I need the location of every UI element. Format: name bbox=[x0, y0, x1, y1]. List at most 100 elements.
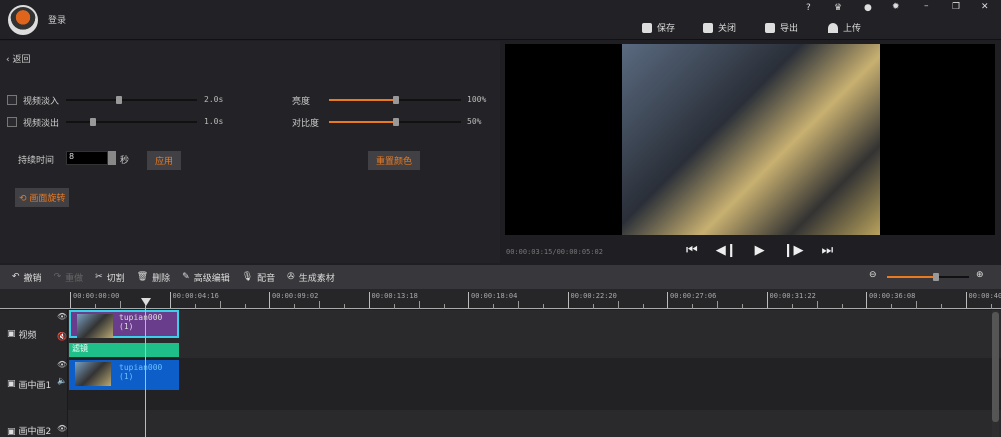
speaker-icon[interactable]: 🔈 bbox=[57, 376, 67, 385]
skip-start-icon[interactable]: ⏮ bbox=[686, 243, 698, 258]
advanced-label: 高级编辑 bbox=[193, 273, 230, 284]
fade-in-checkbox[interactable] bbox=[7, 95, 17, 105]
filter-clip[interactable]: 滤镜 bbox=[69, 343, 179, 357]
gear-icon[interactable]: ✹ bbox=[892, 2, 900, 12]
crown-icon[interactable]: ♛ bbox=[834, 3, 842, 13]
apply-button[interactable]: 应用 bbox=[147, 151, 182, 170]
pencil-icon: ✎ bbox=[182, 272, 190, 282]
redo-button[interactable]: ↷ 重做 bbox=[54, 271, 84, 284]
track-name: 视频 bbox=[18, 330, 37, 341]
ruler-minor-tick bbox=[941, 304, 942, 309]
cut-button[interactable]: ✂ 切割 bbox=[95, 271, 125, 284]
playhead-handle[interactable] bbox=[141, 298, 151, 306]
skip-end-icon[interactable]: ⏭ bbox=[821, 243, 833, 258]
duration-input[interactable]: 8 bbox=[66, 151, 108, 165]
clip-name: tupian000 (1) bbox=[119, 363, 163, 381]
undo-button[interactable]: ↶ 撤销 bbox=[12, 271, 42, 284]
track-name: 画中画1 bbox=[18, 380, 52, 391]
timeline-zoom-slider[interactable] bbox=[887, 273, 969, 281]
fade-out-checkbox[interactable] bbox=[7, 117, 17, 127]
rotate-button[interactable]: ⟲ 画面旋转 bbox=[15, 188, 70, 207]
ruler-minor-tick bbox=[990, 304, 992, 309]
fade-in-label: 视频淡入 bbox=[23, 97, 60, 107]
dub-button[interactable]: 🎙 配音 bbox=[242, 271, 275, 284]
contrast-slider[interactable] bbox=[329, 118, 461, 126]
playhead-line[interactable] bbox=[145, 306, 146, 437]
play-icon[interactable]: ▶ bbox=[755, 243, 765, 258]
title-bar: 登录 ? ♛ ● ✹ – ❐ ✕ 保存 关闭 导出 上传 bbox=[0, 0, 1001, 40]
duration-stepper[interactable] bbox=[108, 151, 116, 165]
track-name: 画中画2 bbox=[18, 427, 52, 437]
ruler-minor-tick bbox=[742, 304, 743, 309]
upload-button[interactable]: 上传 bbox=[828, 21, 861, 34]
video-track: ▣ 视频 👁 🔇 tupian000 (1) 滤镜 bbox=[0, 310, 1001, 358]
brightness-slider[interactable] bbox=[329, 96, 461, 104]
slider-handle[interactable] bbox=[116, 96, 122, 104]
pip-clip[interactable]: tupian000 (1) bbox=[69, 360, 179, 390]
step-back-icon[interactable]: ◀❙ bbox=[716, 243, 737, 258]
export-button[interactable]: 导出 bbox=[765, 21, 798, 34]
zoom-out-icon[interactable]: ⊖ bbox=[869, 270, 877, 280]
eye-icon[interactable]: 👁 bbox=[57, 424, 67, 433]
close-icon[interactable]: ✕ bbox=[981, 2, 989, 12]
ruler-minor-tick bbox=[642, 304, 644, 309]
trash-icon: 🗑 bbox=[136, 272, 149, 282]
bell-icon[interactable]: ● bbox=[864, 3, 872, 13]
video-clip[interactable]: tupian000 (1) bbox=[69, 310, 179, 338]
avatar[interactable] bbox=[8, 5, 38, 35]
save-button[interactable]: 保存 bbox=[642, 21, 675, 34]
delete-button[interactable]: 🗑 删除 bbox=[137, 271, 170, 284]
ruler-minor-tick bbox=[592, 304, 594, 309]
ruler-minor-tick bbox=[816, 301, 818, 309]
fade-in-value: 2.0s bbox=[204, 95, 224, 104]
timecode: 00:00:03:15/00:00:05:02 bbox=[506, 248, 603, 256]
pip1-track: ▣ 画中画1 👁 🔈 tupian000 (1) bbox=[0, 358, 1001, 410]
generate-button[interactable]: ✇ 生成素材 bbox=[287, 271, 335, 284]
exit-icon bbox=[703, 22, 713, 33]
ruler-tick-label: 00:00:40:24 bbox=[965, 292, 1001, 308]
close-label: 关闭 bbox=[718, 24, 737, 34]
slider-handle[interactable] bbox=[90, 118, 96, 126]
ruler-minor-tick bbox=[891, 304, 892, 309]
slider-handle[interactable] bbox=[393, 96, 399, 104]
fade-out-slider[interactable] bbox=[66, 118, 197, 126]
ruler-minor-tick bbox=[543, 304, 544, 309]
back-button[interactable]: ‹ 返回 bbox=[6, 52, 30, 65]
advanced-edit-button[interactable]: ✎ 高级编辑 bbox=[182, 271, 230, 284]
reset-color-button[interactable]: 重置颜色 bbox=[368, 151, 421, 170]
timeline-toolbar: ↶ 撤销 ↷ 重做 ✂ 切割 🗑 删除 ✎ 高级编辑 🎙 配音 ✇ 生成素材 ⊖ ⊕ bbox=[0, 265, 1001, 289]
zoom-in-icon[interactable]: ⊕ bbox=[976, 270, 984, 280]
slider-handle[interactable] bbox=[933, 273, 939, 281]
login-link[interactable]: 登录 bbox=[48, 13, 66, 26]
eye-icon[interactable]: 👁 bbox=[57, 360, 67, 369]
vertical-scrollbar[interactable] bbox=[992, 310, 999, 437]
ruler-minor-tick bbox=[916, 301, 917, 309]
ruler-minor-tick bbox=[344, 304, 345, 309]
ruler-minor-tick bbox=[244, 304, 246, 309]
slider-handle[interactable] bbox=[393, 118, 399, 126]
edit-panel: ‹ 返回 视频淡入 2.0s 视频淡出 1.0s 亮度 100% 对比度 50%… bbox=[0, 41, 500, 263]
ruler-minor-tick bbox=[418, 301, 420, 309]
fade-out-label: 视频淡出 bbox=[23, 119, 60, 129]
ruler-minor-tick bbox=[319, 301, 320, 309]
ruler-minor-tick bbox=[518, 301, 519, 309]
help-icon[interactable]: ? bbox=[806, 3, 811, 13]
export-label: 导出 bbox=[780, 24, 799, 34]
export-icon bbox=[765, 22, 775, 33]
mute-icon[interactable]: 🔇 bbox=[57, 332, 67, 341]
step-forward-icon[interactable]: ❙▶ bbox=[783, 243, 804, 258]
restore-icon[interactable]: ❐ bbox=[952, 2, 960, 12]
preview-image bbox=[622, 44, 880, 235]
ruler-minor-tick bbox=[493, 304, 494, 309]
minimize-icon[interactable]: – bbox=[924, 1, 929, 11]
pip-icon: ▣ bbox=[7, 379, 16, 389]
fade-in-slider[interactable] bbox=[66, 96, 197, 104]
save-label: 保存 bbox=[657, 24, 676, 34]
ruler-minor-tick bbox=[617, 301, 619, 309]
dub-label: 配音 bbox=[257, 273, 276, 284]
eye-icon[interactable]: 👁 bbox=[57, 312, 67, 321]
save-icon bbox=[642, 22, 652, 33]
clip-thumbnail bbox=[77, 314, 113, 338]
close-project-button[interactable]: 关闭 bbox=[703, 21, 736, 34]
clip-thumbnail bbox=[75, 362, 111, 386]
